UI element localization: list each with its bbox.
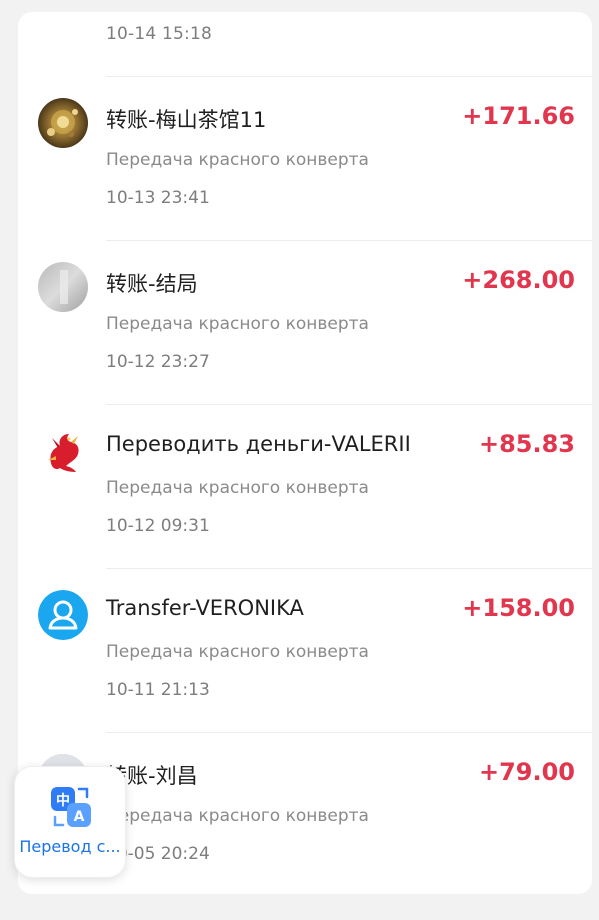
transaction-description: Передача красного конверта bbox=[106, 478, 369, 498]
translate-widget-button[interactable]: 中 A Перевод с... bbox=[14, 766, 126, 878]
transaction-row[interactable]: Transfer-VERONIKA +158.00 Передача красн… bbox=[0, 568, 599, 732]
transaction-title: Переводить деньги-VALERII bbox=[106, 432, 411, 456]
transaction-amount: +268.00 bbox=[462, 266, 575, 294]
translate-widget-label: Перевод с... bbox=[19, 837, 121, 856]
transaction-row[interactable]: 转账-梅山茶馆11 +171.66 Передача красного конв… bbox=[0, 76, 599, 240]
transaction-description: Передача красного конверта bbox=[106, 642, 369, 662]
transaction-date: 10-13 23:41 bbox=[106, 188, 210, 208]
gray-photo-avatar bbox=[38, 262, 88, 312]
transaction-date: 10-11 21:13 bbox=[106, 680, 210, 700]
transaction-description: Передача красного конверта bbox=[106, 314, 369, 334]
transaction-date: 10-12 23:27 bbox=[106, 352, 210, 372]
transaction-amount: +85.83 bbox=[478, 430, 575, 458]
transaction-title: 转账-结局 bbox=[106, 272, 198, 296]
transaction-row[interactable]: 转账-结局 +268.00 Передача красного конверта… bbox=[0, 240, 599, 404]
red-dragon-avatar bbox=[38, 426, 88, 476]
transaction-date: 10-14 15:18 bbox=[106, 24, 212, 44]
transaction-date: 10-12 09:31 bbox=[106, 516, 210, 536]
translate-icon: 中 A bbox=[49, 785, 93, 829]
golden-ornament-avatar bbox=[38, 98, 88, 148]
svg-text:A: A bbox=[74, 809, 85, 825]
transaction-amount: +171.66 bbox=[462, 102, 575, 130]
default-user-avatar bbox=[38, 590, 88, 640]
transaction-amount: +79.00 bbox=[478, 758, 575, 786]
transaction-row[interactable]: Переводить деньги-VALERII +85.83 Передач… bbox=[0, 404, 599, 568]
transaction-title: Transfer-VERONIKA bbox=[106, 596, 304, 620]
transaction-amount: +158.00 bbox=[462, 594, 575, 622]
transaction-description: Передача красного конверта bbox=[106, 806, 369, 826]
transaction-description: Передача красного конверта bbox=[106, 150, 369, 170]
transaction-title: 转账-梅山茶馆11 bbox=[106, 108, 267, 132]
